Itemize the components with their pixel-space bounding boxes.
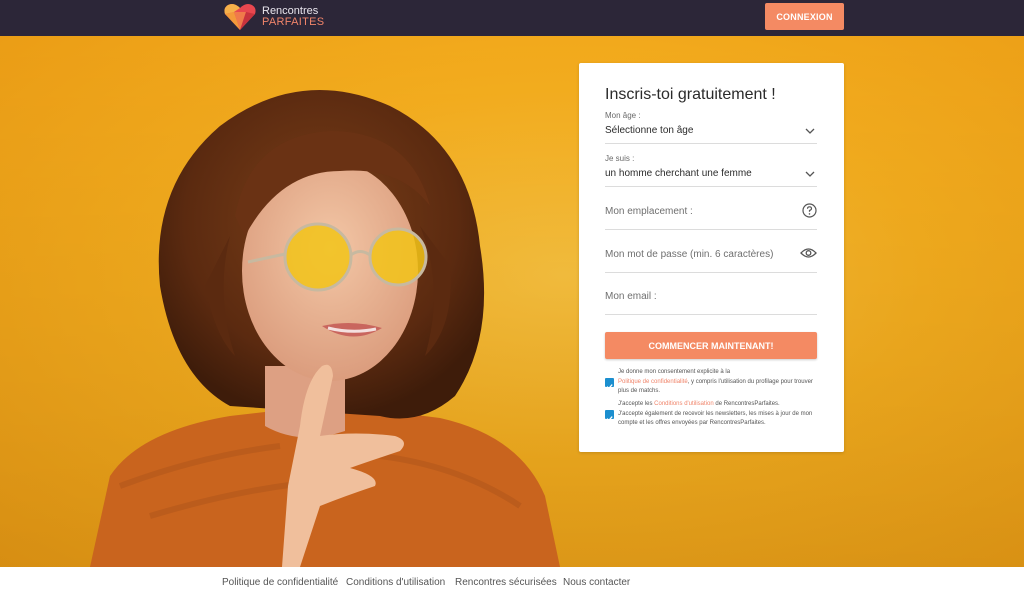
brand-wordmark: Rencontres PARFAITES xyxy=(262,6,324,28)
location-input[interactable]: Mon emplacement : xyxy=(605,203,817,230)
signup-form-card: Inscris-toi gratuitement ! Mon âge : Sél… xyxy=(579,63,844,452)
consent-privacy-pre: Je donne mon consentement explicite à la xyxy=(618,369,731,375)
password-input[interactable]: Mon mot de passe (min. 6 caractères) xyxy=(605,247,817,273)
consent-terms-text: J'accepte les Conditions d'utilisation d… xyxy=(618,400,818,429)
email-placeholder: Mon email : xyxy=(605,291,657,302)
help-circle-icon[interactable] xyxy=(802,203,817,218)
location-placeholder: Mon emplacement : xyxy=(605,206,693,217)
consent-terms-mid: de RencontresParfaites. xyxy=(715,401,780,407)
footer-link-privacy[interactable]: Politique de confidentialité xyxy=(222,577,338,588)
footer-link-contact[interactable]: Nous contacter xyxy=(563,577,630,588)
hero-section: Inscris-toi gratuitement ! Mon âge : Sél… xyxy=(0,36,1024,567)
start-now-button[interactable]: COMMENCER MAINTENANT! xyxy=(605,332,817,359)
footer: Politique de confidentialité Conditions … xyxy=(0,567,1024,599)
privacy-policy-link[interactable]: Politique de confidentialité xyxy=(618,379,688,385)
checkbox-checked-icon[interactable] xyxy=(605,378,614,390)
consent-newsletter-text: J'accepte également de recevoir les news… xyxy=(618,410,813,427)
footer-link-safe-dating[interactable]: Rencontres sécurisées xyxy=(455,577,557,588)
footer-link-terms[interactable]: Conditions d'utilisation xyxy=(346,577,445,588)
email-input[interactable]: Mon email : xyxy=(605,291,817,315)
checkbox-checked-icon[interactable] xyxy=(605,410,614,422)
brand-logo[interactable]: Rencontres PARFAITES xyxy=(222,2,324,32)
password-placeholder: Mon mot de passe (min. 6 caractères) xyxy=(605,249,774,260)
top-navigation-bar: Rencontres PARFAITES CONNEXION xyxy=(0,0,1024,36)
gender-select[interactable]: Je suis : un homme cherchant une femme xyxy=(605,154,817,187)
heart-logo-icon xyxy=(224,4,256,30)
consent-terms-pre: J'accepte les xyxy=(618,401,653,407)
chevron-down-icon xyxy=(805,171,815,177)
hero-photo-woman xyxy=(0,36,1024,567)
age-value: Sélectionne ton âge xyxy=(605,125,694,136)
terms-of-use-link[interactable]: Conditions d'utilisation xyxy=(654,401,714,407)
consent-privacy-text: Je donne mon consentement explicite à la… xyxy=(618,368,818,397)
age-label: Mon âge : xyxy=(605,111,641,120)
gender-value: un homme cherchant une femme xyxy=(605,168,752,179)
eye-icon[interactable] xyxy=(800,247,817,259)
gender-label: Je suis : xyxy=(605,154,635,163)
brand-line2: PARFAITES xyxy=(262,16,325,28)
chevron-down-icon xyxy=(805,128,815,134)
login-button[interactable]: CONNEXION xyxy=(765,3,844,30)
signup-title: Inscris-toi gratuitement ! xyxy=(605,86,776,103)
age-select[interactable]: Mon âge : Sélectionne ton âge xyxy=(605,111,817,144)
